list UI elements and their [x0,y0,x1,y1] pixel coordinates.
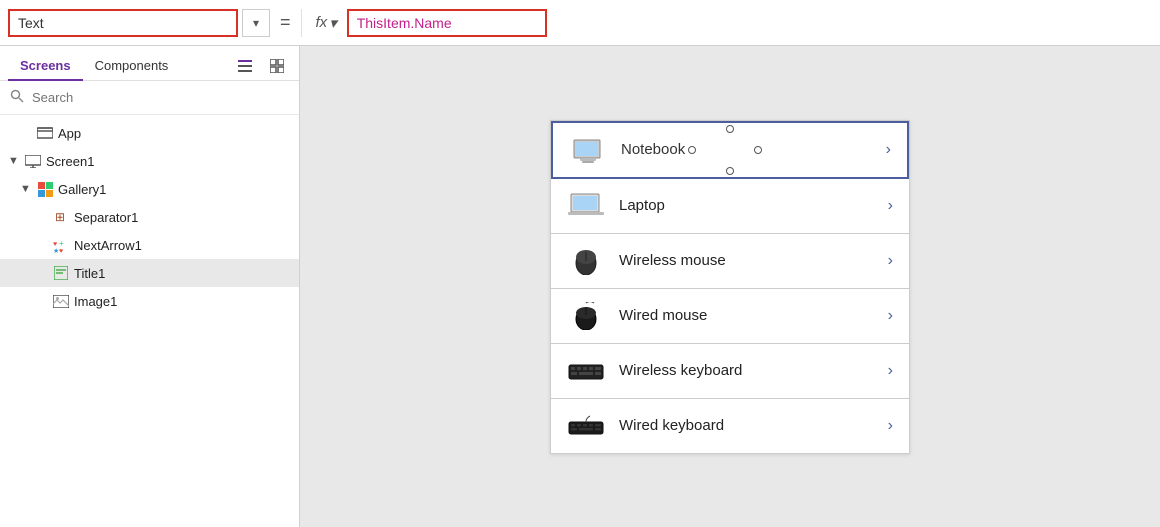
laptop-label: Laptop [619,197,874,214]
wireless-keyboard-label: Wireless keyboard [619,362,874,379]
tab-icons [231,52,291,80]
chevron-down-icon: ▾ [253,16,259,30]
gallery-item-wireless-mouse[interactable]: Wireless mouse › [551,234,909,289]
gallery-item-wired-keyboard[interactable]: Wired keyboard › [551,399,909,453]
expand-arrow-screen1: ▼ [8,155,20,167]
tree-item-app[interactable]: App [0,119,299,147]
tree-item-separator1[interactable]: ⊞ Separator1 [0,203,299,231]
tree-label-title1: Title1 [74,266,105,281]
nextarrow-icon: ♥ + ★ ♥ [52,236,70,254]
tree-label-screen1: Screen1 [46,154,94,169]
gallery-item-wireless-keyboard[interactable]: Wireless keyboard › [551,344,909,399]
notebook-label: Notebook [621,141,872,158]
main-area: Screens Components [0,46,1160,527]
tab-screens[interactable]: Screens [8,52,83,81]
property-chevron[interactable]: ▾ [242,9,270,37]
tree-item-nextarrow1[interactable]: ♥ + ★ ♥ NextArrow1 [0,231,299,259]
wired-keyboard-image [567,411,605,441]
title-icon [52,264,70,282]
svg-text:⊞: ⊞ [55,210,65,224]
search-input[interactable] [32,90,289,105]
property-input[interactable] [8,9,238,37]
wired-keyboard-label: Wired keyboard [619,417,874,434]
wireless-mouse-image [567,246,605,276]
left-panel: Screens Components [0,46,300,527]
formula-bar: ▾ = fx ▾ [0,0,1160,46]
tree-label-image1: Image1 [74,294,117,309]
search-box [0,81,299,115]
wireless-mouse-arrow: › [888,252,893,270]
wireless-keyboard-arrow: › [888,362,893,380]
gallery-item-wired-mouse[interactable]: Wired mouse › [551,289,909,344]
grid-view-icon [270,59,284,73]
tree-item-image1[interactable]: Image1 [0,287,299,315]
wired-mouse-label: Wired mouse [619,307,874,324]
laptop-arrow: › [888,197,893,215]
list-view-icon [238,59,252,73]
gallery-icon [36,180,54,198]
handle-top [726,125,734,133]
property-section: ▾ [8,9,270,37]
tree-item-screen1[interactable]: ▼ Screen1 [0,147,299,175]
svg-text:♥: ♥ [59,248,63,253]
formula-section: fx ▾ [301,9,1152,37]
fx-label: fx [316,14,328,31]
screen-icon [24,152,42,170]
equals-sign: = [276,12,295,33]
canvas-area: Notebook › [300,46,1160,527]
separator-icon: ⊞ [52,208,70,226]
wired-mouse-arrow: › [888,307,893,325]
laptop-image [567,191,605,221]
app-icon [36,124,54,142]
fx-button[interactable]: fx ▾ [310,10,343,36]
svg-text:+: + [59,239,64,248]
wired-keyboard-arrow: › [888,417,893,435]
tab-components[interactable]: Components [83,52,181,81]
svg-text:♥: ♥ [53,241,57,248]
tree-area: App ▼ Screen1 ▼ [0,115,299,527]
wireless-keyboard-image [567,356,605,386]
tree-label-nextarrow1: NextArrow1 [74,238,142,253]
wireless-mouse-label: Wireless mouse [619,252,874,269]
tree-label-separator1: Separator1 [74,210,138,225]
tabs-row: Screens Components [0,46,299,81]
gallery-widget: Notebook › [550,120,910,454]
image-icon [52,292,70,310]
tree-item-gallery1[interactable]: ▼ Gallery1 [0,175,299,203]
expand-arrow-gallery1: ▼ [20,183,32,195]
formula-input[interactable] [347,9,547,37]
notebook-arrow: › [886,141,891,159]
notebook-image [569,135,607,165]
fx-chevron-icon: ▾ [329,14,337,32]
grid-view-button[interactable] [263,52,291,80]
search-icon [10,89,24,106]
gallery-item-notebook[interactable]: Notebook › [551,121,909,179]
tree-label-app: App [58,126,81,141]
tree-item-title1[interactable]: Title1 [0,259,299,287]
tree-label-gallery1: Gallery1 [58,182,106,197]
gallery-item-laptop[interactable]: Laptop › [551,179,909,234]
list-view-button[interactable] [231,52,259,80]
wired-mouse-image [567,301,605,331]
handle-bottom [726,167,734,175]
